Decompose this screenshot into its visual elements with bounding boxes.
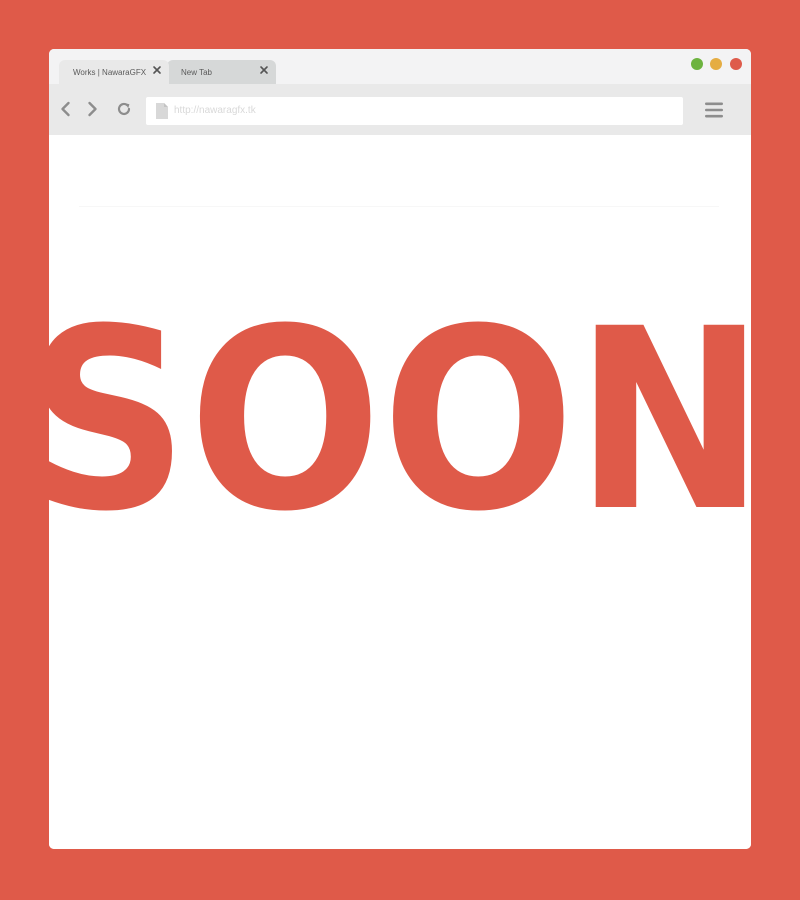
tab-works-nawaragfx[interactable]: Works | NawaraGFX <box>59 60 169 84</box>
refresh-icon[interactable] <box>115 100 133 118</box>
soon-text: SOON <box>49 275 751 566</box>
close-tab-icon[interactable] <box>151 64 163 76</box>
page-icon <box>156 103 168 119</box>
minimize-window-button[interactable] <box>710 58 722 70</box>
tab-new-tab[interactable]: New Tab <box>167 60 276 84</box>
url-text: http://nawaragfx.tk <box>174 105 256 116</box>
browser-window: New Tab Works | NawaraGFX http://nawarag… <box>49 49 751 849</box>
tab-label: New Tab <box>181 68 212 77</box>
back-arrow-icon[interactable] <box>57 100 75 118</box>
tab-label: Works | NawaraGFX <box>73 68 147 77</box>
close-window-button[interactable] <box>730 58 742 70</box>
forward-arrow-icon[interactable] <box>83 100 101 118</box>
tab-strip: New Tab Works | NawaraGFX <box>49 49 751 84</box>
maximize-window-button[interactable] <box>691 58 703 70</box>
close-tab-icon[interactable] <box>258 64 270 76</box>
hamburger-menu-icon[interactable] <box>705 101 723 119</box>
browser-toolbar: http://nawaragfx.tk <box>49 84 751 135</box>
soon-headline: SOON <box>49 275 751 566</box>
address-bar[interactable]: http://nawaragfx.tk <box>146 97 683 125</box>
page-viewport: SOON <box>49 135 751 849</box>
